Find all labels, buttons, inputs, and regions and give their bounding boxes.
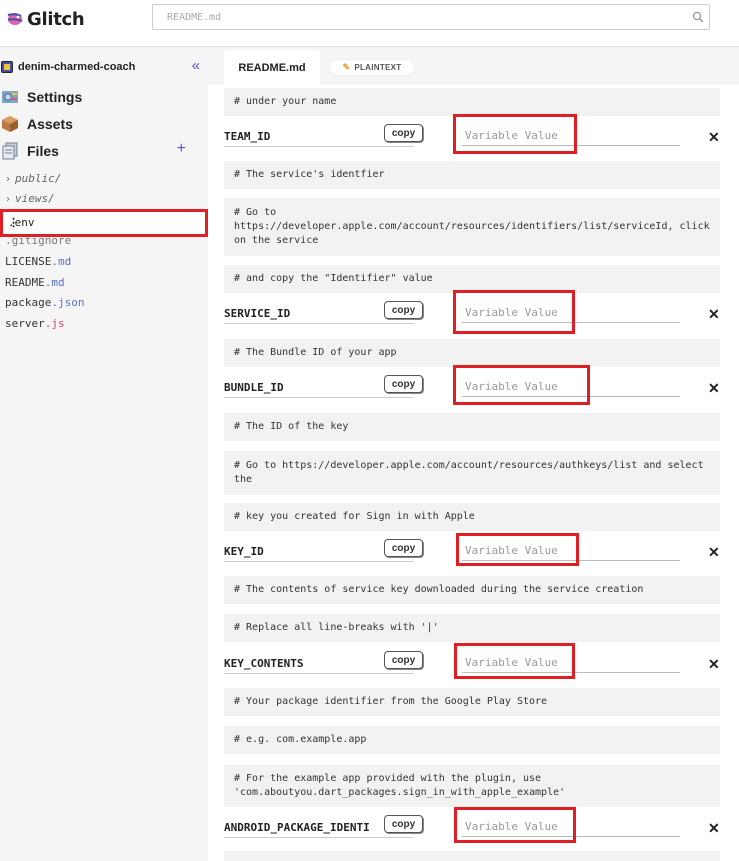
delete-variable-icon[interactable]: ✕ xyxy=(708,820,720,837)
file-readme[interactable]: README.md xyxy=(5,274,65,292)
file-label: server xyxy=(5,317,45,330)
collapse-sidebar-icon[interactable]: « xyxy=(192,57,200,74)
env-row-bundle-id: BUNDLE_ID copy ✕ xyxy=(224,365,724,405)
file-options-icon[interactable]: ⋮ xyxy=(8,216,194,229)
file-gitignore[interactable]: .gitignore xyxy=(5,232,71,250)
search-box[interactable] xyxy=(152,4,710,30)
copy-button[interactable]: copy xyxy=(384,815,423,833)
variable-value-input[interactable] xyxy=(462,303,680,323)
copy-button[interactable]: copy xyxy=(384,539,423,557)
env-row-android-package: ANDROID_PACKAGE_IDENTI copy ✕ xyxy=(224,807,724,843)
project-avatar-icon xyxy=(1,61,13,73)
plaintext-label: PLAINTEXT xyxy=(354,63,402,72)
env-comment: # under your name xyxy=(224,88,720,116)
env-row-team-id: TEAM_ID copy ✕ xyxy=(224,114,724,154)
env-comment: # Replace all line-breaks with '|' xyxy=(224,614,720,642)
tab-label: README.md xyxy=(238,61,306,74)
app-name: Glitch xyxy=(27,8,85,30)
env-comment-partial xyxy=(224,851,720,861)
chevron-right-icon: › xyxy=(5,174,12,185)
file-label: LICENSE xyxy=(5,255,52,268)
tab-readme[interactable]: README.md xyxy=(224,50,320,85)
sidebar-item-settings[interactable]: Settings xyxy=(0,87,200,107)
plaintext-toggle[interactable]: ✎ PLAINTEXT xyxy=(329,59,415,76)
search-icon[interactable] xyxy=(692,11,704,23)
gear-icon xyxy=(1,88,19,106)
file-ext: .js xyxy=(44,317,65,330)
env-row-key-contents: KEY_CONTENTS copy ✕ xyxy=(224,643,724,679)
top-bar: Glitch xyxy=(0,0,739,47)
search-input[interactable] xyxy=(153,5,687,29)
file-ext: .json xyxy=(51,296,85,309)
box-icon xyxy=(1,115,19,133)
env-comment: # The Bundle ID of your app xyxy=(224,339,720,367)
sidebar: denim-charmed-coach « Settings Assets Fi… xyxy=(0,47,208,861)
pencil-icon: ✎ xyxy=(342,62,351,72)
env-comment: # Go to https://developer.apple.com/acco… xyxy=(224,198,720,256)
delete-variable-icon[interactable]: ✕ xyxy=(708,129,720,146)
delete-variable-icon[interactable]: ✕ xyxy=(708,306,720,323)
variable-value-input[interactable] xyxy=(462,817,680,837)
delete-variable-icon[interactable]: ✕ xyxy=(708,380,720,397)
env-comment: # For the example app provided with the … xyxy=(224,765,720,807)
env-editor: # under your name TEAM_ID copy ✕ # The s… xyxy=(208,85,739,861)
project-name[interactable]: denim-charmed-coach xyxy=(18,61,135,73)
file-label: README xyxy=(5,276,45,289)
files-icon xyxy=(1,142,19,160)
sidebar-item-files[interactable]: Files + xyxy=(0,140,200,161)
env-comment: # Go to https://developer.apple.com/acco… xyxy=(224,451,720,495)
delete-variable-icon[interactable]: ✕ xyxy=(708,544,720,561)
delete-variable-icon[interactable]: ✕ xyxy=(708,656,720,673)
variable-value-input[interactable] xyxy=(462,653,680,673)
variable-value-input[interactable] xyxy=(462,126,680,146)
env-comment: # The contents of service key downloaded… xyxy=(224,576,720,604)
folder-views[interactable]: › views/ xyxy=(5,190,55,208)
folder-label: public/ xyxy=(15,172,62,185)
env-comment: # The ID of the key xyxy=(224,413,720,441)
folder-public[interactable]: › public/ xyxy=(5,170,61,188)
file-ext: .md xyxy=(51,255,72,268)
copy-button[interactable]: copy xyxy=(384,301,423,319)
file-license[interactable]: LICENSE.md xyxy=(5,253,71,271)
copy-button[interactable]: copy xyxy=(384,375,423,393)
file-label: .gitignore xyxy=(5,234,72,247)
env-comment: # key you created for Sign in with Apple xyxy=(224,503,720,531)
copy-button[interactable]: copy xyxy=(384,124,423,142)
glitch-fish-icon xyxy=(7,13,23,25)
project-header[interactable]: denim-charmed-coach « xyxy=(0,57,208,77)
variable-value-input[interactable] xyxy=(462,377,680,397)
glitch-logo[interactable]: Glitch xyxy=(6,6,85,32)
env-comment: # Your package identifier from the Googl… xyxy=(224,688,720,716)
sidebar-item-label: Assets xyxy=(27,116,73,132)
file-package-json[interactable]: package.json xyxy=(5,294,84,312)
file-server-js[interactable]: server.js xyxy=(5,315,65,333)
sidebar-item-label: Files xyxy=(27,143,59,159)
sidebar-item-assets[interactable]: Assets xyxy=(0,114,200,134)
folder-label: views/ xyxy=(15,192,55,205)
chevron-right-icon: › xyxy=(5,194,12,205)
env-comment: # and copy the "Identifier" value xyxy=(224,265,720,293)
add-file-icon[interactable]: + xyxy=(177,140,186,158)
variable-value-input[interactable] xyxy=(462,541,680,561)
copy-button[interactable]: copy xyxy=(384,651,423,669)
file-ext: .md xyxy=(44,276,65,289)
env-row-key-id: KEY_ID copy ✕ xyxy=(224,533,724,567)
env-comment: # The service's identfier xyxy=(224,161,720,189)
file-label: package xyxy=(5,296,52,309)
editor-tabs: README.md ✎ PLAINTEXT xyxy=(208,47,739,85)
env-row-service-id: SERVICE_ID copy ✕ xyxy=(224,290,724,334)
env-comment: # e.g. com.example.app xyxy=(224,726,720,754)
sidebar-item-label: Settings xyxy=(27,89,83,105)
